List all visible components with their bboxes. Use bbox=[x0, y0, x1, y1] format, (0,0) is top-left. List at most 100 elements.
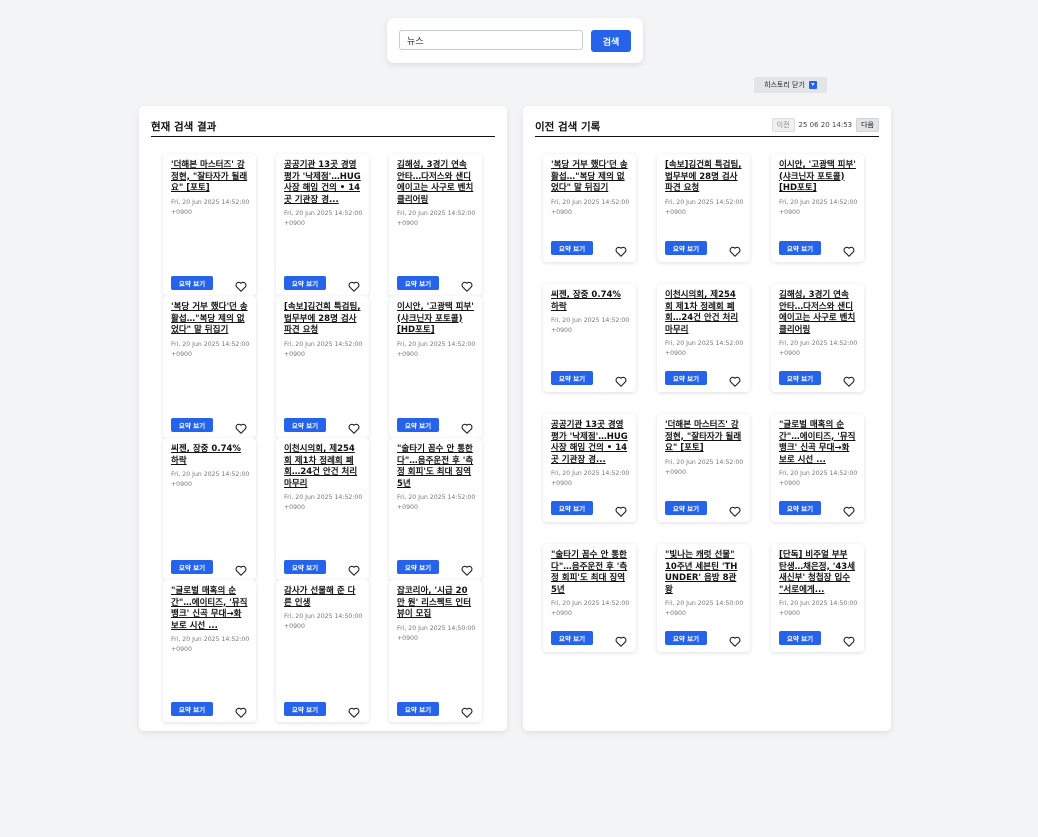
summary-button[interactable]: 요약 보기 bbox=[397, 418, 439, 432]
history-prev-button[interactable]: 이전 bbox=[771, 118, 795, 132]
news-card-title-link[interactable]: "술타기 꼼수 안 통한다"…음주운전 후 '측정 회피'도 최대 징역 5년 bbox=[551, 550, 629, 596]
news-card-date: Fri, 20 Jun 2025 14:52:00 +0900 bbox=[284, 210, 363, 227]
history-title: 이전 검색 기록 bbox=[535, 121, 601, 133]
news-card-title-link[interactable]: 이천시의회, 제254회 제1차 정례회 폐회…24건 안건 처리 마무리 bbox=[284, 444, 362, 490]
history-next-button[interactable]: 다음 bbox=[856, 118, 879, 132]
heart-icon[interactable] bbox=[461, 703, 473, 718]
news-card-title-link[interactable]: 김해성, 3경기 연속 안타…다저스와 샌디에이고는 사구로 벤치클리어링 bbox=[397, 160, 475, 206]
heart-icon[interactable] bbox=[348, 419, 360, 434]
news-card-date: Fri, 20 Jun 2025 14:52:00 +0900 bbox=[551, 470, 630, 487]
summary-button[interactable]: 요약 보기 bbox=[551, 241, 593, 255]
heart-icon[interactable] bbox=[235, 561, 247, 576]
summary-button[interactable]: 요약 보기 bbox=[665, 501, 707, 515]
news-card-title-link[interactable]: 공공기관 13곳 경영평가 '낙제점'…HUG 사장 해임 건의 • 14곳 기… bbox=[551, 420, 629, 466]
news-card-title-link[interactable]: '더해본 마스터즈' 강정현, "잘타자가 될래요" [포토] bbox=[171, 160, 249, 195]
search-input[interactable] bbox=[399, 30, 583, 50]
heart-icon[interactable] bbox=[461, 561, 473, 576]
heart-icon[interactable] bbox=[348, 703, 360, 718]
summary-button[interactable]: 요약 보기 bbox=[284, 702, 326, 716]
news-card-title-link[interactable]: '더해본 마스터즈' 강정현, "잘타자가 될래요" [포토] bbox=[665, 420, 743, 455]
summary-button[interactable]: 요약 보기 bbox=[284, 276, 326, 290]
heart-icon[interactable] bbox=[729, 632, 741, 647]
news-card-title-link[interactable]: [단독] 비주얼 부부 탄생…채은정, '43세 새신부' 청첩장 입수 "서로… bbox=[779, 550, 857, 596]
heart-icon[interactable] bbox=[615, 242, 627, 257]
summary-button[interactable]: 요약 보기 bbox=[665, 631, 707, 645]
news-card-date: Fri, 20 Jun 2025 14:50:00 +0900 bbox=[779, 600, 858, 617]
news-card: [속보]김건희 특검팀, 법무부에 28명 검사 파견 요청 Fri, 20 Ju… bbox=[657, 154, 750, 262]
heart-icon[interactable] bbox=[235, 419, 247, 434]
summary-button[interactable]: 요약 보기 bbox=[779, 631, 821, 645]
summary-button[interactable]: 요약 보기 bbox=[397, 702, 439, 716]
news-card: 이천시의회, 제254회 제1차 정례회 폐회…24건 안건 처리 마무리 Fri… bbox=[276, 438, 369, 580]
heart-icon[interactable] bbox=[348, 277, 360, 292]
news-card-title-link[interactable]: "빛나는 캐럿 선물" 10주년 세븐틴 'THUNDER' 음방 8관왕 bbox=[665, 550, 743, 596]
summary-button[interactable]: 요약 보기 bbox=[551, 371, 593, 385]
heart-icon[interactable] bbox=[615, 372, 627, 387]
heart-icon[interactable] bbox=[461, 277, 473, 292]
heart-icon[interactable] bbox=[843, 372, 855, 387]
heart-icon[interactable] bbox=[729, 372, 741, 387]
search-button[interactable]: 검색 bbox=[591, 30, 631, 52]
heart-icon[interactable] bbox=[235, 703, 247, 718]
summary-button[interactable]: 요약 보기 bbox=[551, 631, 593, 645]
summary-button[interactable]: 요약 보기 bbox=[171, 418, 213, 432]
news-card-title-link[interactable]: 씨젠, 장중 0.74% 하락 bbox=[551, 290, 629, 313]
news-card: 씨젠, 장중 0.74% 하락 Fri, 20 Jun 2025 14:52:00… bbox=[163, 438, 256, 580]
news-card-title-link[interactable]: 감사가 선물해 준 다른 인생 bbox=[284, 586, 362, 609]
summary-button[interactable]: 요약 보기 bbox=[665, 371, 707, 385]
news-card-title-link[interactable]: 이시안, '고광택 피부' (샤크닌자 포토콜) [HD포토] bbox=[397, 302, 475, 337]
summary-button[interactable]: 요약 보기 bbox=[171, 560, 213, 574]
heart-icon[interactable] bbox=[843, 632, 855, 647]
news-card: 공공기관 13곳 경영평가 '낙제점'…HUG 사장 해임 건의 • 14곳 기… bbox=[276, 154, 369, 296]
summary-button[interactable]: 요약 보기 bbox=[397, 560, 439, 574]
news-card: '복당 거부 했다'던 송활섭…"복당 제의 없었다" 말 뒤집기 Fri, 20… bbox=[543, 154, 636, 262]
news-card-title-link[interactable]: [속보]김건희 특검팀, 법무부에 28명 검사 파견 요청 bbox=[284, 302, 362, 337]
summary-button[interactable]: 요약 보기 bbox=[779, 371, 821, 385]
news-card-date: Fri, 20 Jun 2025 14:52:00 +0900 bbox=[665, 199, 744, 216]
heart-icon[interactable] bbox=[235, 277, 247, 292]
summary-button[interactable]: 요약 보기 bbox=[171, 276, 213, 290]
search-box: 검색 bbox=[387, 18, 643, 63]
current-results-header: 현재 검색 결과 bbox=[151, 118, 495, 137]
news-card-date: Fri, 20 Jun 2025 14:52:00 +0900 bbox=[171, 341, 250, 358]
news-card: 이시안, '고광택 피부' (샤크닌자 포토콜) [HD포토] Fri, 20 J… bbox=[771, 154, 864, 262]
news-card-title-link[interactable]: '복당 거부 했다'던 송활섭…"복당 제의 없었다" 말 뒤집기 bbox=[171, 302, 249, 337]
news-card-title-link[interactable]: '복당 거부 했다'던 송활섭…"복당 제의 없었다" 말 뒤집기 bbox=[551, 160, 629, 195]
news-card: 공공기관 13곳 경영평가 '낙제점'…HUG 사장 해임 건의 • 14곳 기… bbox=[543, 414, 636, 522]
news-card-title-link[interactable]: "술타기 꼼수 안 통한다"…음주운전 후 '측정 회피'도 최대 징역 5년 bbox=[397, 444, 475, 490]
news-card-title-link[interactable]: 씨젠, 장중 0.74% 하락 bbox=[171, 444, 249, 467]
news-card: "글로벌 매혹의 순간"…에이티즈, '뮤직뱅크' 신곡 무대→화보로 시선 .… bbox=[771, 414, 864, 522]
history-panel: 이전 검색 기록 이전 25 06 20 14:53 다음 '복당 거부 했다'… bbox=[523, 106, 891, 731]
history-nav: 이전 25 06 20 14:53 다음 bbox=[771, 118, 879, 132]
heart-icon[interactable] bbox=[348, 561, 360, 576]
summary-button[interactable]: 요약 보기 bbox=[551, 501, 593, 515]
news-card-title-link[interactable]: 김해성, 3경기 연속 안타…다저스와 샌디에이고는 사구로 벤치클리어링 bbox=[779, 290, 857, 336]
news-card-title-link[interactable]: 잡코리아, '시급 20만 원' 리스펙트 인터뷰이 모집 bbox=[397, 586, 475, 621]
heart-icon[interactable] bbox=[615, 502, 627, 517]
summary-button[interactable]: 요약 보기 bbox=[284, 418, 326, 432]
summary-button[interactable]: 요약 보기 bbox=[779, 241, 821, 255]
summary-button[interactable]: 요약 보기 bbox=[397, 276, 439, 290]
summary-button[interactable]: 요약 보기 bbox=[779, 501, 821, 515]
summary-button[interactable]: 요약 보기 bbox=[171, 702, 213, 716]
news-card-title-link[interactable]: [속보]김건희 특검팀, 법무부에 28명 검사 파견 요청 bbox=[665, 160, 743, 195]
news-card-date: Fri, 20 Jun 2025 14:52:00 +0900 bbox=[665, 340, 744, 357]
heart-icon[interactable] bbox=[729, 502, 741, 517]
heart-icon[interactable] bbox=[615, 632, 627, 647]
summary-button[interactable]: 요약 보기 bbox=[665, 241, 707, 255]
history-toggle-label: 히스토리 닫기 bbox=[764, 81, 805, 89]
heart-icon[interactable] bbox=[843, 502, 855, 517]
summary-button[interactable]: 요약 보기 bbox=[284, 560, 326, 574]
news-card-title-link[interactable]: 이천시의회, 제254회 제1차 정례회 폐회…24건 안건 처리 마무리 bbox=[665, 290, 743, 336]
heart-icon[interactable] bbox=[461, 419, 473, 434]
news-card-date: Fri, 20 Jun 2025 14:52:00 +0900 bbox=[171, 471, 250, 488]
heart-icon[interactable] bbox=[729, 242, 741, 257]
news-card-title-link[interactable]: 공공기관 13곳 경영평가 '낙제점'…HUG 사장 해임 건의 • 14곳 기… bbox=[284, 160, 362, 206]
heart-icon[interactable] bbox=[843, 242, 855, 257]
news-card-title-link[interactable]: "글로벌 매혹의 순간"…에이티즈, '뮤직뱅크' 신곡 무대→화보로 시선 .… bbox=[171, 586, 249, 632]
news-card-title-link[interactable]: 이시안, '고광택 피부' (샤크닌자 포토콜) [HD포토] bbox=[779, 160, 857, 195]
news-card: [속보]김건희 특검팀, 법무부에 28명 검사 파견 요청 Fri, 20 Ju… bbox=[276, 296, 369, 438]
history-toggle-button[interactable]: 히스토리 닫기 ▾ bbox=[754, 77, 827, 93]
news-card: 이시안, '고광택 피부' (샤크닌자 포토콜) [HD포토] Fri, 20 J… bbox=[389, 296, 482, 438]
news-card-title-link[interactable]: "글로벌 매혹의 순간"…에이티즈, '뮤직뱅크' 신곡 무대→화보로 시선 .… bbox=[779, 420, 857, 466]
